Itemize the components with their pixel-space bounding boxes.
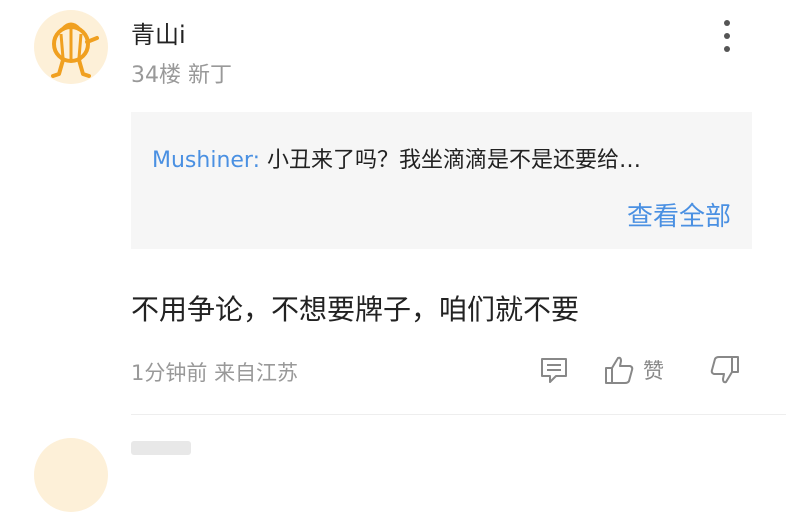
like-label: 赞 [643,359,664,383]
comment-text: 不用争论，不想要牌子，咱们就不要 [131,293,580,326]
comment-time: 1分钟前 [131,361,208,385]
reply-button[interactable] [538,352,570,388]
avatar-figure-icon [51,22,99,78]
quote-text: 小丑来了吗？我坐滴滴是不是还要给… [267,148,642,173]
quoted-line: Mushiner: 小丑来了吗？我坐滴滴是不是还要给… [152,142,641,174]
quoted-comment[interactable]: Mushiner: 小丑来了吗？我坐滴滴是不是还要给… 查看全部 [131,112,752,249]
comment-divider [131,414,786,415]
dislike-button[interactable] [709,352,741,388]
username[interactable]: 青山i [131,15,186,50]
thumbs-up-icon [605,356,634,384]
view-all-link[interactable]: 查看全部 [627,196,731,233]
avatar[interactable] [34,10,108,84]
like-button[interactable]: 赞 [603,352,664,388]
floor-number: 34楼 [131,63,181,88]
next-comment-username [131,441,191,455]
more-icon [724,20,730,26]
thumbs-down-icon [710,356,739,384]
next-comment-avatar[interactable] [34,438,108,512]
comment-location: 来自江苏 [214,361,299,385]
user-badge: 新丁 [188,63,233,88]
comment-meta: 34楼 新丁 [131,57,232,89]
reply-icon [541,358,567,383]
quote-author[interactable]: Mushiner: [152,148,260,173]
more-button[interactable] [716,20,738,52]
comment-footer-meta: 1分钟前 来自江苏 [131,357,298,387]
